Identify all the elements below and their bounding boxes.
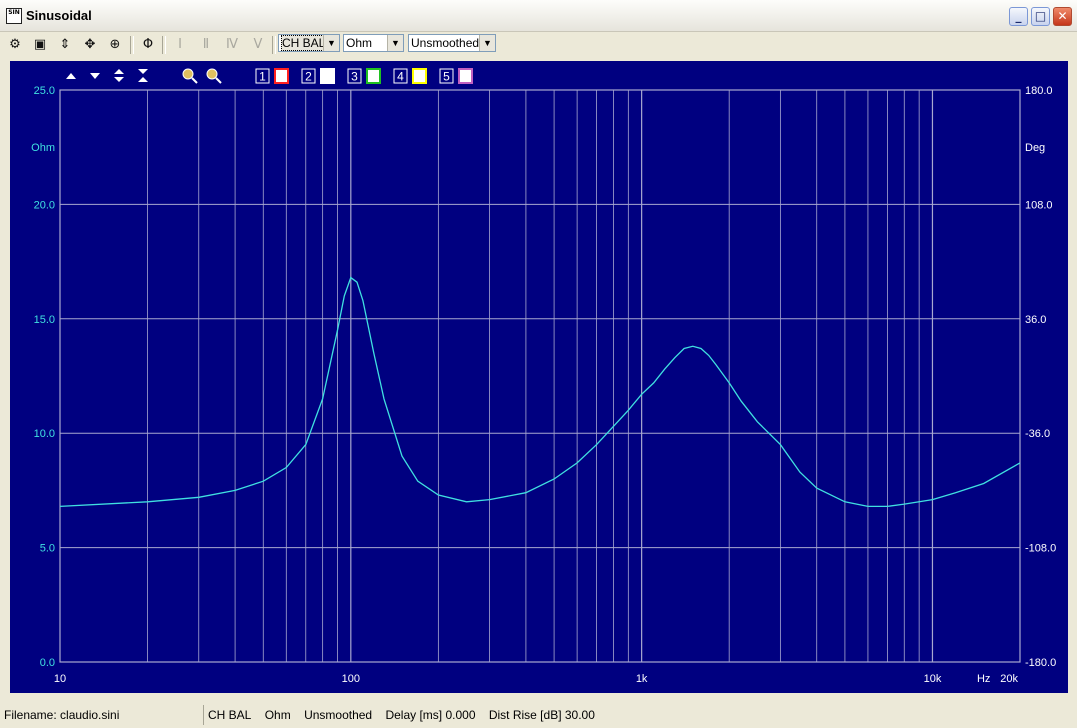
- y2-unit-label: Deg: [1025, 142, 1045, 154]
- curve-slot-swatch[interactable]: [412, 68, 427, 84]
- scroll-up-icon[interactable]: [66, 73, 76, 79]
- impedance-chart[interactable]: 1 2 3 4 5 0.0 -180.0 5.0 -108.0 10.0 -36.0 15.0 36.…: [10, 61, 1068, 693]
- y2-tick-label: 36.0: [1025, 314, 1046, 326]
- channel-select-value: CH BAL: [281, 35, 327, 51]
- save-icon[interactable]: ▣: [30, 35, 50, 55]
- y-tick-label: 20.0: [34, 199, 55, 211]
- y2-tick-label: -36.0: [1025, 428, 1050, 440]
- chevron-down-icon: ▼: [323, 35, 339, 51]
- x-tick-label: 10: [54, 673, 66, 685]
- roman-5-icon: Ⅴ: [253, 37, 263, 52]
- status-smoothing: Unsmoothed: [304, 708, 373, 722]
- main-toolbar: ⚙ ▣ ⇕ ✥ ⊕ Φ Ⅰ Ⅱ Ⅳ Ⅴ CH BAL ▼ Ohm ▼ Unsmo…: [0, 32, 1077, 58]
- plot-frame: [59, 89, 1021, 663]
- maximize-button[interactable]: □: [1031, 7, 1050, 26]
- curve-slot-swatch[interactable]: [320, 68, 335, 84]
- marker-icon[interactable]: ⇕: [55, 35, 75, 55]
- curve-slot-swatch[interactable]: [274, 68, 289, 84]
- x-tick-label: 10k: [924, 673, 942, 685]
- status-unit: Ohm: [264, 708, 291, 722]
- chart-toolbar: [66, 68, 222, 84]
- move-icon[interactable]: ✥: [80, 35, 100, 55]
- chevron-down-icon: ▼: [479, 35, 495, 51]
- roman-1-icon: Ⅰ: [178, 37, 182, 52]
- curve-slot-swatch[interactable]: [366, 68, 381, 84]
- smoothing-select-value: Unsmoothed: [411, 36, 480, 50]
- y-unit-label: Ohm: [31, 142, 55, 154]
- separator: [272, 36, 276, 54]
- phase-icon[interactable]: Φ: [138, 35, 158, 55]
- y-tick-label: 15.0: [34, 314, 55, 326]
- y-tick-label: 10.0: [34, 428, 55, 440]
- x-tick-label: 100: [342, 673, 360, 685]
- target-icon[interactable]: ⊕: [105, 35, 125, 55]
- chevron-down-icon: ▼: [387, 35, 403, 51]
- smoothing-select[interactable]: Unsmoothed ▼: [408, 34, 496, 52]
- curve-slot-label: 4: [397, 70, 404, 84]
- status-bar: Filename: claudio.sini CH BAL Ohm Unsmoo…: [0, 702, 1077, 728]
- minimize-button[interactable]: _: [1009, 7, 1028, 26]
- curve-slot-swatch[interactable]: [458, 68, 473, 84]
- status-details: CH BAL Ohm Unsmoothed Delay [ms] 0.000 D…: [203, 705, 605, 725]
- unit-select[interactable]: Ohm ▼: [343, 34, 404, 52]
- y-tick-label: 0.0: [40, 657, 55, 669]
- window-title: Sinusoidal: [26, 8, 92, 23]
- settings-icon[interactable]: ⚙: [5, 35, 25, 55]
- roman-2-icon: Ⅱ: [202, 37, 210, 52]
- expand-icon[interactable]: [114, 69, 124, 74]
- title-bar: SIN Sinusoidal _ □ ✕: [0, 0, 1077, 32]
- roman-4-icon: Ⅳ: [226, 37, 238, 52]
- status-channel: CH BAL: [208, 708, 252, 722]
- zoom-out-icon[interactable]: [206, 68, 222, 84]
- y2-tick-label: -108.0: [1025, 543, 1056, 555]
- status-filename: Filename: claudio.sini: [4, 708, 120, 722]
- y-tick-label: 5.0: [40, 543, 55, 555]
- chart-panel: 1 2 3 4 5 0.0 -180.0 5.0 -108.0 10.0 -36.0 15.0 36.…: [10, 61, 1068, 693]
- curve-slot-label: 1: [259, 70, 266, 84]
- y-tick-label: 25.0: [34, 85, 55, 97]
- status-dist-rise: Dist Rise [dB] 30.00: [488, 708, 595, 722]
- scroll-down-icon[interactable]: [90, 73, 100, 79]
- separator: [162, 36, 166, 54]
- y2-tick-label: -180.0: [1025, 657, 1056, 669]
- separator: [130, 36, 134, 54]
- x-tick-label: 1k: [636, 673, 648, 685]
- y2-tick-label: 180.0: [1025, 85, 1053, 97]
- zoom-in-icon[interactable]: [182, 68, 198, 84]
- y2-tick-label: 108.0: [1025, 199, 1053, 211]
- curve-slot-label: 2: [305, 70, 312, 84]
- app-icon: SIN: [6, 8, 22, 24]
- curve-slot-label: 5: [443, 70, 450, 84]
- close-button[interactable]: ✕: [1053, 7, 1072, 26]
- unit-select-value: Ohm: [346, 36, 373, 50]
- status-delay: Delay [ms] 0.000: [385, 708, 476, 722]
- x-tick-label: 20k: [1000, 673, 1018, 685]
- channel-select[interactable]: CH BAL ▼: [278, 34, 340, 52]
- curve-slot-label: 3: [351, 70, 358, 84]
- compress-icon[interactable]: [138, 69, 148, 74]
- impedance-curve: [59, 276, 1021, 508]
- x-unit-label: Hz: [977, 673, 990, 685]
